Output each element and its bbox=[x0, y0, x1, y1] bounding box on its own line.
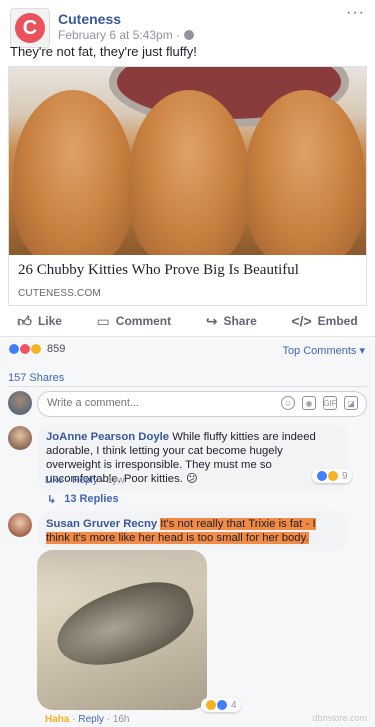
replies-count: 13 Replies bbox=[64, 493, 119, 505]
embed-label: Embed bbox=[317, 314, 358, 328]
link-preview-title: 26 Chubby Kitties Who Prove Big Is Beaut… bbox=[18, 262, 299, 278]
comment-reactions-badge[interactable]: 9 bbox=[312, 469, 352, 483]
comment-label: Comment bbox=[115, 314, 172, 328]
share-button[interactable]: ↪ Share bbox=[206, 313, 257, 330]
current-user-avatar bbox=[8, 391, 32, 415]
gif-icon[interactable]: GIF bbox=[323, 396, 337, 410]
comment-reply-link[interactable]: Reply bbox=[78, 714, 104, 725]
like-reaction-icon bbox=[216, 699, 228, 711]
reaction-count: 859 bbox=[47, 343, 66, 355]
action-bar: 👍︎ Like ▭ Comment ↪ Share </> Embed bbox=[0, 310, 375, 332]
post-text: They're not fat, they're just fluffy! bbox=[10, 44, 197, 59]
cat-image-left bbox=[13, 90, 133, 255]
cat-image-right bbox=[245, 90, 365, 255]
post-timestamp[interactable]: February 6 at 5:43pm · bbox=[58, 28, 180, 42]
page-avatar[interactable]: C bbox=[10, 8, 50, 48]
haha-reaction-icon bbox=[30, 343, 42, 355]
comment-reply-link[interactable]: Reply bbox=[72, 475, 98, 486]
page-name-link[interactable]: Cuteness bbox=[58, 11, 121, 27]
shares-link[interactable]: 157 Shares bbox=[8, 372, 64, 384]
emoji-icon[interactable]: ☺ bbox=[281, 396, 295, 410]
embed-button[interactable]: </> Embed bbox=[291, 313, 357, 329]
comment-photo[interactable] bbox=[37, 550, 207, 710]
reply-arrow-icon: ↳ bbox=[47, 494, 57, 506]
post-card: C Cuteness February 6 at 5:43pm · ··· Th… bbox=[0, 0, 375, 727]
code-icon: </> bbox=[291, 313, 312, 329]
commenter-avatar[interactable] bbox=[8, 426, 32, 450]
comment-age: 1yw bbox=[106, 475, 125, 486]
sticker-icon[interactable]: ◪ bbox=[344, 396, 358, 410]
reactions-summary[interactable]: 859 bbox=[8, 343, 65, 355]
watermark: dbnstore.com bbox=[312, 713, 367, 723]
link-preview-domain: CUTENESS.COM bbox=[18, 288, 101, 299]
post-meta: February 6 at 5:43pm · bbox=[58, 28, 195, 42]
comment-haha-link[interactable]: Haha bbox=[45, 714, 69, 725]
comment-bubble: Susan Gruver Recny It's not really that … bbox=[37, 511, 348, 551]
comment-reactions-badge[interactable]: 4 bbox=[201, 698, 241, 712]
share-label: Share bbox=[223, 314, 257, 328]
comment-author[interactable]: Susan Gruver Recny bbox=[46, 518, 157, 530]
camera-icon[interactable]: ◉ bbox=[302, 396, 316, 410]
cuteness-logo-icon: C bbox=[15, 13, 45, 43]
comment-button[interactable]: ▭ Comment bbox=[97, 313, 172, 330]
comment-like-link[interactable]: Like bbox=[45, 475, 63, 486]
like-button[interactable]: 👍︎ Like bbox=[17, 313, 62, 330]
comment-reaction-count: 4 bbox=[231, 699, 237, 711]
comment-reaction-count: 9 bbox=[342, 470, 348, 482]
cat-image-middle bbox=[129, 90, 249, 255]
view-replies-link[interactable]: ↳ 13 Replies bbox=[47, 493, 119, 506]
comment-author[interactable]: JoAnne Pearson Doyle bbox=[46, 431, 169, 443]
sad-reaction-icon bbox=[327, 470, 339, 482]
comment-meta: Haha · Reply · 16h bbox=[45, 714, 130, 725]
comment-input-box[interactable]: ☺ ◉ GIF ◪ bbox=[37, 391, 367, 417]
divider bbox=[8, 386, 367, 387]
speech-bubble-icon: ▭ bbox=[96, 312, 110, 329]
comment-meta: Like · Reply · 1yw bbox=[45, 475, 125, 486]
link-preview-image bbox=[9, 67, 366, 255]
comment-age: 16h bbox=[112, 714, 130, 725]
like-label: Like bbox=[37, 314, 62, 328]
thumbs-up-icon: 👍︎ bbox=[17, 312, 32, 329]
top-comments-dropdown[interactable]: Top Comments ▾ bbox=[282, 344, 365, 357]
link-preview[interactable]: 26 Chubby Kitties Who Prove Big Is Beaut… bbox=[8, 66, 367, 306]
globe-icon bbox=[184, 30, 195, 40]
comment-input[interactable] bbox=[47, 397, 267, 409]
comment-input-icons: ☺ ◉ GIF ◪ bbox=[281, 396, 358, 410]
more-options-icon[interactable]: ··· bbox=[346, 4, 365, 22]
share-arrow-icon: ↪ bbox=[205, 312, 218, 329]
commenter-avatar[interactable] bbox=[8, 513, 32, 537]
